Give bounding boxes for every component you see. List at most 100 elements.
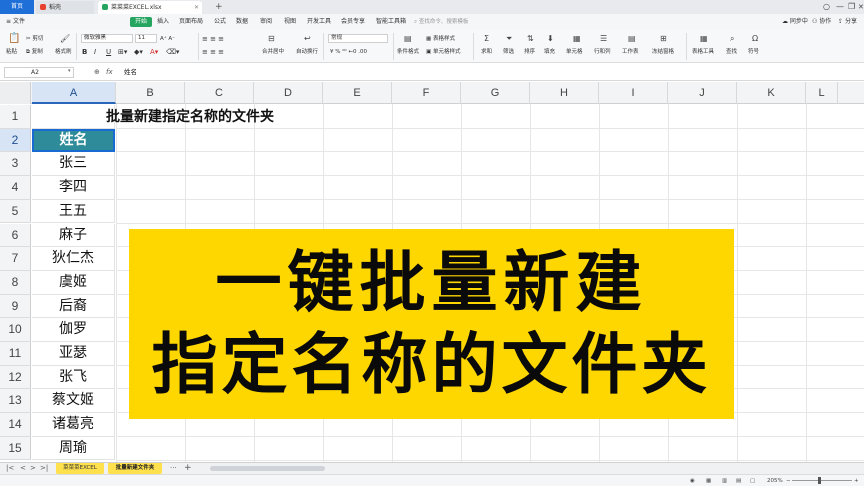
- name-cell[interactable]: 伽罗: [32, 318, 115, 342]
- column-header-b[interactable]: B: [116, 82, 185, 104]
- column-header-d[interactable]: D: [254, 82, 323, 104]
- close-tab-icon[interactable]: ✕: [194, 1, 199, 14]
- menu-developer[interactable]: 开发工具: [307, 17, 331, 27]
- row-header-12[interactable]: 12: [0, 365, 31, 390]
- column-header-f[interactable]: F: [392, 82, 461, 104]
- column-header-i[interactable]: I: [599, 82, 668, 104]
- symbol-icon[interactable]: Ω: [752, 34, 758, 43]
- tab-workbook[interactable]: 菜菜菜EXCEL.xlsx ✕: [98, 1, 202, 14]
- find-icon[interactable]: ⌕: [730, 34, 734, 43]
- font-name-select[interactable]: 微软雅黑: [81, 34, 133, 43]
- name-cell[interactable]: 诸葛亮: [32, 413, 115, 437]
- tab-home[interactable]: 首页: [0, 0, 34, 14]
- cut-button[interactable]: ✂ 剪切: [26, 35, 43, 43]
- menu-smart-toolbox[interactable]: 智能工具箱: [376, 17, 406, 27]
- chevron-down-icon[interactable]: ▾: [68, 68, 71, 74]
- find-label[interactable]: 查找: [726, 48, 737, 56]
- page-view-icon[interactable]: ▤: [736, 476, 741, 486]
- name-cell[interactable]: 虞姬: [32, 270, 115, 295]
- column-header-l[interactable]: L: [806, 82, 838, 104]
- zoom-in-button[interactable]: +: [854, 476, 859, 486]
- border-icon[interactable]: ⊞▾: [118, 48, 127, 56]
- row-header-7[interactable]: 7: [0, 247, 31, 271]
- freeze-label[interactable]: 冻结窗格: [652, 48, 674, 56]
- column-header-j[interactable]: J: [668, 82, 737, 104]
- row-header-5[interactable]: 5: [0, 199, 31, 224]
- sync-status[interactable]: ☁ 同步中: [782, 17, 808, 27]
- menu-insert[interactable]: 插入: [157, 17, 169, 27]
- underline-button[interactable]: U: [106, 48, 111, 56]
- column-header-c[interactable]: C: [185, 82, 254, 104]
- zoom-formula-icon[interactable]: ⊕: [94, 67, 100, 77]
- bold-button[interactable]: B: [82, 48, 87, 56]
- menu-start[interactable]: 开始: [130, 17, 153, 27]
- format-painter-icon[interactable]: 🖌: [60, 34, 70, 43]
- align-left-icons[interactable]: ≡ ≡ ≡: [202, 48, 224, 56]
- wrap-icon[interactable]: ↩: [304, 34, 311, 43]
- title-cell-b1[interactable]: 批量新建指定名称的文件夹: [106, 106, 274, 128]
- more-sheets-icon[interactable]: ···: [170, 463, 177, 474]
- copy-button[interactable]: ⧉ 复制: [26, 48, 43, 56]
- merge-icon[interactable]: ⊟: [268, 34, 275, 43]
- header-cell-name[interactable]: 姓名: [32, 128, 115, 153]
- select-all-corner[interactable]: [0, 82, 31, 104]
- cell-style-button[interactable]: ▣ 单元格样式: [426, 48, 460, 56]
- share-button[interactable]: ⇪ 分享: [838, 17, 857, 27]
- zoom-slider[interactable]: [792, 480, 852, 481]
- row-header-4[interactable]: 4: [0, 176, 31, 200]
- row-col-icon[interactable]: ☰: [600, 34, 607, 43]
- clear-format-icon[interactable]: ⌫▾: [166, 48, 179, 56]
- row-header-13[interactable]: 13: [0, 389, 31, 414]
- name-cell[interactable]: 蔡文姬: [32, 389, 115, 414]
- collab-button[interactable]: ⚇ 协作: [812, 17, 831, 27]
- italic-button[interactable]: I: [94, 48, 96, 56]
- sheet-tab-1[interactable]: 菜菜菜EXCEL: [56, 463, 104, 474]
- sort-icon[interactable]: ⇅: [527, 34, 534, 43]
- row-header-11[interactable]: 11: [0, 342, 31, 366]
- number-format-icons[interactable]: ¥ % ⁰⁰ ←0 .00: [330, 48, 367, 56]
- name-cell[interactable]: 王五: [32, 199, 115, 224]
- reading-view-icon[interactable]: ▢: [750, 476, 755, 486]
- name-cell[interactable]: 狄仁杰: [32, 247, 115, 271]
- name-cell[interactable]: 张三: [32, 152, 115, 177]
- sort-label[interactable]: 排序: [524, 48, 535, 56]
- cond-format-label[interactable]: 条件格式: [397, 48, 419, 56]
- menu-review[interactable]: 审阅: [260, 17, 272, 27]
- row-header-8[interactable]: 8: [0, 270, 31, 295]
- menu-view[interactable]: 视图: [284, 17, 296, 27]
- menu-formulas[interactable]: 公式: [214, 17, 226, 27]
- spreadsheet-grid[interactable]: ABCDEFGHIJKL 1 2 姓名 3 张三 4 李四 5 王五 6 麻子 7 狄仁杰 8 虞姬 9 后裔 1…: [0, 82, 864, 464]
- add-sheet-button[interactable]: +: [184, 463, 192, 474]
- zoom-level[interactable]: 205%: [767, 476, 783, 486]
- eye-icon[interactable]: ◉: [690, 476, 695, 486]
- menu-data[interactable]: 数据: [236, 17, 248, 27]
- row-header-2[interactable]: 2: [0, 128, 31, 153]
- table-tools-label[interactable]: 表格工具: [692, 48, 714, 56]
- paste-icon[interactable]: 📋: [8, 34, 20, 44]
- font-grow-icon[interactable]: A⁺ A⁻: [160, 35, 175, 43]
- menu-member[interactable]: 会员专享: [341, 17, 365, 27]
- menu-page-layout[interactable]: 页面布局: [179, 17, 203, 27]
- sum-icon[interactable]: Σ: [484, 34, 489, 43]
- merge-center-label[interactable]: 合并居中: [262, 48, 284, 56]
- filter-label[interactable]: 筛选: [503, 48, 514, 56]
- name-cell[interactable]: 张飞: [32, 365, 115, 390]
- row-header-10[interactable]: 10: [0, 318, 31, 342]
- font-size-select[interactable]: 11: [135, 34, 157, 43]
- zoom-slider-handle[interactable]: [818, 477, 821, 484]
- name-cell[interactable]: [32, 105, 115, 129]
- name-cell[interactable]: 周瑜: [32, 436, 115, 461]
- row-col-label[interactable]: 行和列: [594, 48, 611, 56]
- row-header-14[interactable]: 14: [0, 413, 31, 437]
- tab-docer[interactable]: 稻壳: [36, 1, 94, 14]
- first-sheet-icon[interactable]: |<: [6, 463, 14, 474]
- column-header-a[interactable]: A: [32, 82, 116, 104]
- name-cell[interactable]: 李四: [32, 176, 115, 200]
- formula-input[interactable]: 姓名: [124, 67, 137, 77]
- column-header-g[interactable]: G: [461, 82, 530, 104]
- column-header-h[interactable]: H: [530, 82, 599, 104]
- name-cell[interactable]: 麻子: [32, 223, 115, 248]
- cells-label[interactable]: 单元格: [566, 48, 583, 56]
- name-box[interactable]: A2: [4, 67, 74, 78]
- symbol-label[interactable]: 符号: [748, 48, 759, 56]
